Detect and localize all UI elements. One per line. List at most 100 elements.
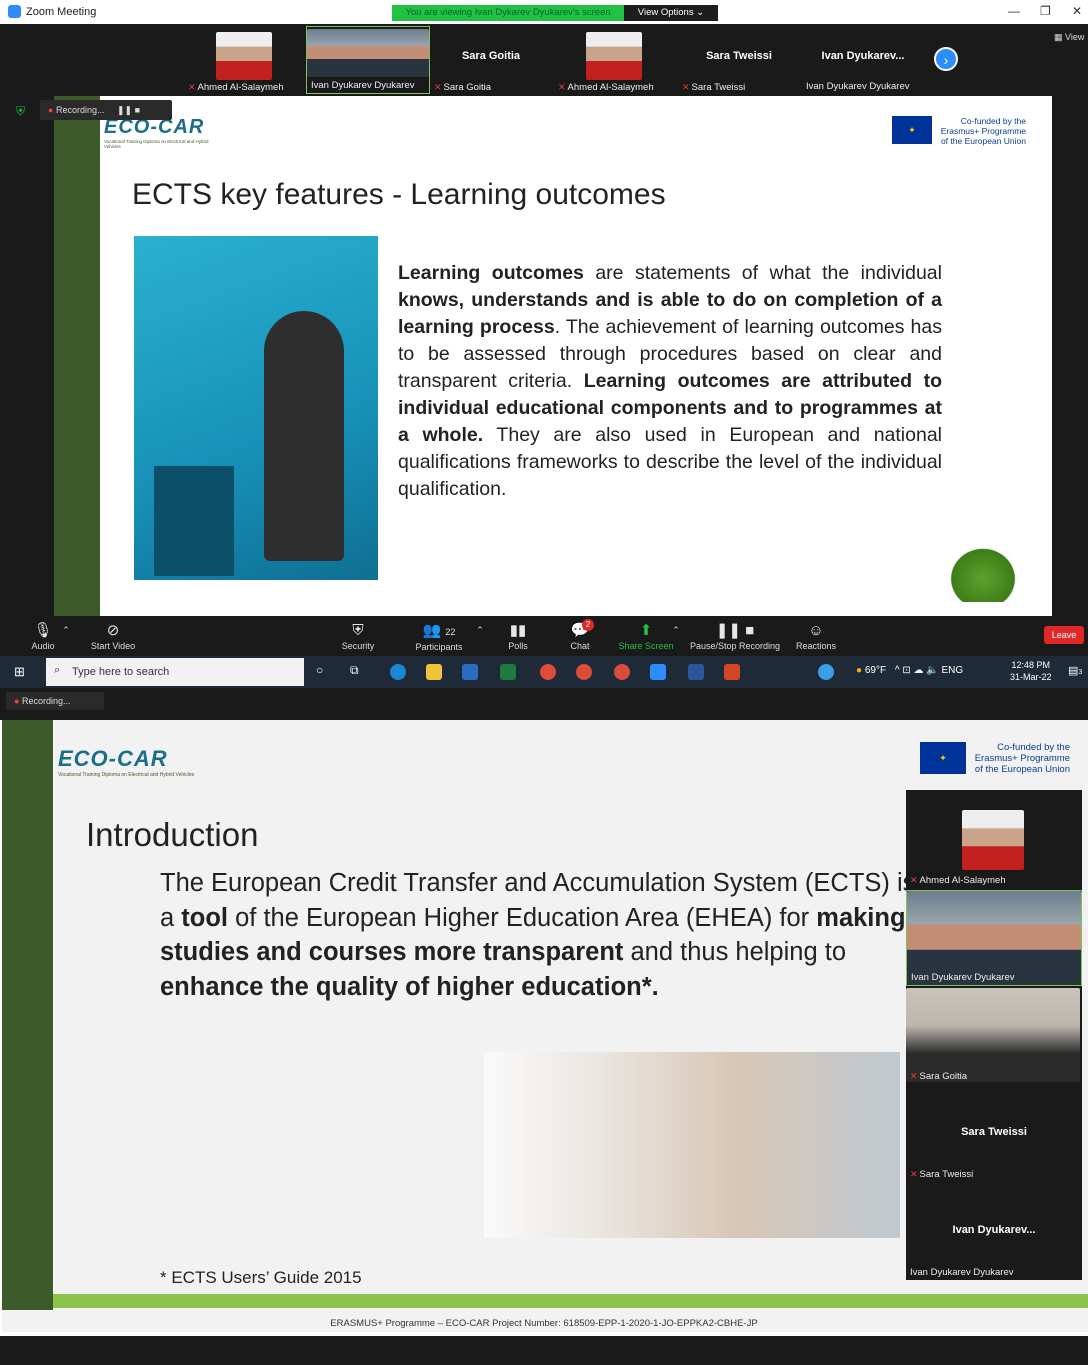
participant-tile[interactable]: ✕ Sara Goitia [906, 988, 1082, 1084]
participant-display-name: Sara Tweissi [961, 1126, 1027, 1138]
task-view-icon[interactable]: ⧉ [350, 663, 359, 678]
view-options-button[interactable]: View Options ⌄ [624, 5, 718, 21]
network-icon[interactable]: ⊡ [902, 665, 910, 676]
participant-tile[interactable]: ✕ Ahmed Al-Salaymeh [184, 26, 306, 94]
participants-chevron-icon[interactable]: ⌃ [474, 625, 486, 636]
security-button[interactable]: ⛨ Security [336, 621, 380, 651]
notification-count: 3 [1078, 669, 1083, 676]
taskbar-search-input[interactable]: Type here to search [46, 658, 304, 686]
windows-start-icon[interactable]: ⊞ [14, 664, 25, 680]
recording-bar [0, 688, 1088, 720]
chrome-icon[interactable] [540, 664, 556, 680]
file-explorer-icon[interactable] [426, 664, 442, 680]
polls-button[interactable]: ▮▮ Polls [500, 621, 536, 651]
pause-stop-recording-button[interactable]: ❚❚ ■ Pause/Stop Recording [688, 621, 782, 651]
zoom-taskbar-icon[interactable] [650, 664, 666, 680]
chrome-icon-2[interactable] [576, 664, 592, 680]
recording-indicator-2[interactable]: ● Recording... [6, 692, 104, 710]
text-run: of the European Higher Education Area (E… [228, 903, 817, 932]
video-off-icon: ⊘ [106, 622, 120, 639]
share-chevron-icon[interactable]: ⌃ [670, 625, 682, 636]
clock-time: 12:48 PM [1011, 660, 1051, 670]
participant-tile[interactable]: Sara Goitia ✕ Sara Goitia [430, 26, 552, 94]
onedrive-icon[interactable]: ☁ [914, 665, 924, 676]
bottom-bar [0, 1336, 1088, 1365]
audio-options-chevron-icon[interactable]: ⌃ [60, 625, 72, 636]
notification-icon[interactable]: ▤3 [1068, 664, 1082, 677]
edge-icon[interactable] [390, 664, 406, 680]
stop-icon[interactable]: ■ [135, 105, 140, 115]
microphone-icon: 🎙 [33, 622, 53, 639]
muted-mic-icon: ✕ [910, 1071, 918, 1081]
record-dot-icon: ● [48, 105, 54, 115]
bar-chart-icon: ▮▮ [509, 622, 527, 639]
excel-icon[interactable] [500, 664, 516, 680]
participant-name: Ivan Dyukarev Dyukarev [911, 972, 1014, 983]
window-title-bar: Zoom Meeting You are viewing Ivan Dykare… [0, 0, 1088, 24]
participant-name-text: Ahmed Al-Salaymeh [197, 82, 284, 93]
tray-chevron-icon[interactable]: ^ [895, 665, 900, 676]
green-car-image [946, 544, 1020, 602]
smiley-icon: ☺ [808, 622, 824, 639]
participant-name: ✕ Ahmed Al-Salaymeh [910, 875, 1006, 886]
cortana-icon[interactable]: ○ [316, 663, 323, 677]
participant-name: ✕ Sara Goitia [430, 80, 552, 94]
chrome-icon-3[interactable] [614, 664, 630, 680]
participant-video [216, 32, 272, 80]
participant-tile[interactable]: Sara Tweissi ✕ Sara Tweissi [678, 26, 800, 94]
volume-icon[interactable]: 🔈 [926, 665, 938, 676]
next-page-icon[interactable]: › [934, 47, 958, 71]
slide-body-text: The European Credit Transfer and Accumul… [160, 866, 920, 1004]
taskbar-clock[interactable]: 12:48 PM 31-Mar-22 [1010, 659, 1052, 683]
slide-title: ECTS key features - Learning outcomes [132, 178, 666, 211]
clock-date: 31-Mar-22 [1010, 672, 1052, 682]
help-icon[interactable] [818, 664, 834, 680]
participant-display-name: Ivan Dyukarev... [952, 1224, 1036, 1236]
leave-button[interactable]: Leave [1044, 626, 1084, 644]
store-icon[interactable] [462, 664, 478, 680]
photo-podium [154, 466, 234, 576]
participant-tile[interactable]: ✕ Ahmed Al-Salaymeh [554, 26, 676, 94]
close-icon[interactable]: ✕ [1072, 4, 1082, 18]
encryption-shield-icon[interactable]: ⛨ [16, 104, 25, 119]
slide-title: Introduction [86, 816, 259, 853]
start-video-button[interactable]: ⊘ Start Video [84, 621, 142, 651]
muted-mic-icon: ✕ [910, 875, 918, 885]
participant-tile[interactable]: ✕ Ahmed Al-Salaymeh [906, 790, 1082, 888]
share-screen-label: Share Screen [618, 641, 674, 651]
participant-tile-active[interactable]: Ivan Dyukarev Dyukarev [306, 26, 430, 94]
reactions-button[interactable]: ☺ Reactions [794, 621, 838, 651]
participant-name-text: Ahmed Al-Salaymeh [567, 82, 654, 93]
word-icon[interactable] [688, 664, 704, 680]
audio-button[interactable]: 🎙 Audio [28, 621, 58, 651]
powerpoint-icon[interactable] [724, 664, 740, 680]
recording-indicator[interactable]: ● Recording... ❚❚ ■ [40, 100, 172, 120]
view-button[interactable]: ▦ View [1054, 32, 1084, 43]
temperature-text: 69°F [864, 665, 887, 676]
muted-mic-icon: ✕ [910, 1169, 918, 1179]
participant-tile-active[interactable]: Ivan Dyukarev Dyukarev [906, 890, 1082, 986]
participant-name: Ivan Dyukarev Dyukarev [802, 80, 924, 94]
participant-tile[interactable]: Ivan Dyukarev... Ivan Dyukarev Dyukarev [906, 1184, 1082, 1280]
participant-name: ✕ Sara Tweissi [910, 1169, 973, 1180]
participant-name-text: Ivan Dyukarev Dyukarev [311, 80, 415, 91]
reactions-label: Reactions [795, 641, 837, 651]
cofunded-text: Co-funded by the Erasmus+ Programme of t… [974, 742, 1070, 775]
participant-name: ✕ Ahmed Al-Salaymeh [554, 80, 676, 94]
participants-button[interactable]: 👥 22 Participants [410, 621, 468, 652]
language-indicator[interactable]: ENG [942, 665, 964, 676]
logo-subtitle: Vocational Training Diploma on Electrica… [104, 139, 209, 149]
text-run: and thus helping to [623, 938, 846, 966]
minimize-icon[interactable]: — [1008, 4, 1020, 18]
participant-tile[interactable]: Sara Tweissi ✕ Sara Tweissi [906, 1086, 1082, 1182]
start-video-label: Start Video [90, 641, 136, 651]
restore-icon[interactable]: ❐ [1040, 4, 1051, 18]
share-screen-button[interactable]: ⬆ Share Screen [618, 621, 674, 651]
participant-name: ✕ Sara Goitia [910, 1071, 967, 1082]
muted-mic-icon: ✕ [188, 82, 196, 92]
participant-video [962, 810, 1024, 870]
pause-recording-label: Pause/Stop Recording [689, 641, 781, 651]
participant-video [907, 891, 1081, 985]
participant-tile[interactable]: Ivan Dyukarev... Ivan Dyukarev Dyukarev [802, 26, 924, 94]
pause-icon[interactable]: ❚❚ [117, 105, 132, 115]
